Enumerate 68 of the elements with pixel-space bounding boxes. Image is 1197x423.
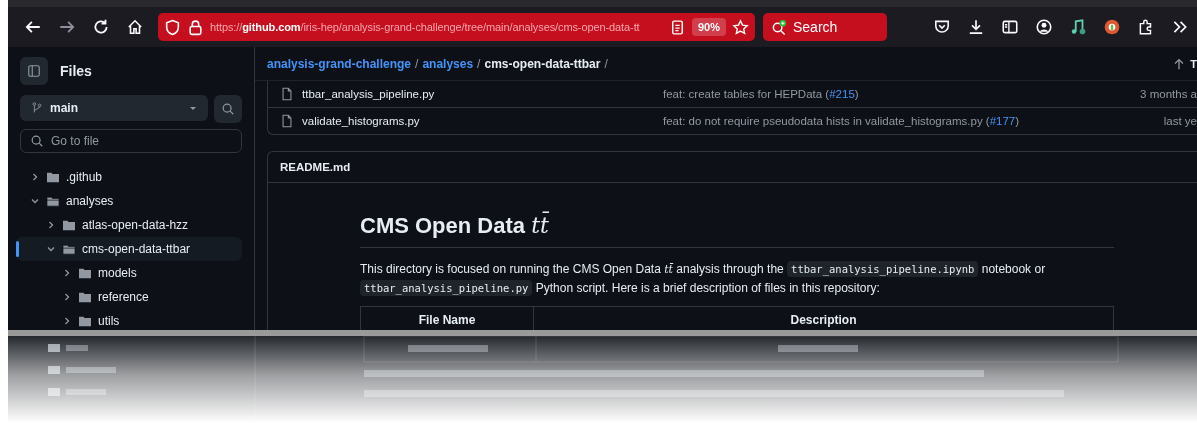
music-note-icon[interactable] xyxy=(1069,18,1087,36)
sidebar-icon[interactable] xyxy=(1001,18,1019,36)
search-icon xyxy=(771,18,788,36)
tree-item[interactable]: .github xyxy=(16,165,242,189)
logo-icon[interactable] xyxy=(1103,18,1121,36)
file-link[interactable]: validate_histograms.py xyxy=(302,115,420,127)
pocket-icon[interactable] xyxy=(933,18,951,36)
pull-request-link[interactable]: #177 xyxy=(989,115,1016,127)
go-to-file-field[interactable]: Go to file xyxy=(20,129,242,153)
commit-date: last ye xyxy=(1163,115,1197,127)
chevron-right-icon xyxy=(62,292,72,302)
breadcrumb-current: cms-open-data-ttbar xyxy=(484,56,601,71)
folder-icon xyxy=(62,219,76,231)
file-icon xyxy=(280,87,294,101)
search-button[interactable] xyxy=(214,95,242,123)
sidebar-title: Files xyxy=(60,63,92,79)
folder-icon xyxy=(78,315,92,327)
tree-item[interactable]: analyses xyxy=(16,189,242,213)
breadcrumb-separator: / xyxy=(415,56,419,71)
shield-icon xyxy=(164,18,181,36)
folder-icon xyxy=(62,243,76,255)
download-icon[interactable] xyxy=(967,18,985,36)
tree-item[interactable]: cms-open-data-ttbar xyxy=(16,237,242,261)
lock-icon xyxy=(187,18,204,36)
home-icon[interactable] xyxy=(126,18,144,36)
address-bar[interactable]: https://github.com/iris-hep/analysis-grand-challenge/tree/main/analyses/cms-open-data-tt 90% xyxy=(158,13,755,41)
breadcrumb-separator: / xyxy=(477,56,481,71)
commit-message: feat: create tables for HEPData (#215) xyxy=(663,88,859,100)
pull-request-link[interactable]: #215 xyxy=(829,88,855,100)
readme-heading: CMS Open Data xyxy=(360,213,526,238)
tree-item[interactable]: atlas-open-data-hzz xyxy=(16,213,242,237)
branch-selector[interactable]: main xyxy=(20,95,208,121)
file-link[interactable]: ttbar_analysis_pipeline.py xyxy=(302,88,435,100)
file-icon xyxy=(280,114,294,128)
top-button[interactable]: T xyxy=(1162,56,1197,71)
chevron-down-icon xyxy=(30,196,40,206)
tree-item[interactable]: reference xyxy=(16,285,242,309)
sidebar-panel-icon xyxy=(27,64,41,78)
zoom-badge[interactable]: 90% xyxy=(691,18,726,36)
tree-item[interactable]: models xyxy=(16,261,242,285)
commit-message: feat: do not require pseudodata hists in validate_histograms.py (#177) xyxy=(663,115,1020,127)
table-header: Description xyxy=(789,313,858,327)
chevron-right-icon xyxy=(62,268,72,278)
account-icon[interactable] xyxy=(1035,18,1053,36)
star-icon xyxy=(732,18,749,36)
url-text: https://github.com/iris-hep/analysis-grand-challenge/tree/main/analyses/cms-open-data-tt xyxy=(210,21,641,33)
folder-icon xyxy=(46,171,60,183)
commit-date: 3 months a xyxy=(1140,88,1197,100)
search-icon xyxy=(221,102,235,116)
breadcrumb-separator: / xyxy=(604,56,608,71)
chevron-right-icon xyxy=(30,172,40,182)
collapse-sidebar-button[interactable] xyxy=(20,57,48,85)
chevron-right-icon xyxy=(62,316,72,326)
math-symbol: tt̄ xyxy=(531,213,549,238)
readme-paragraph: This directory is focused on running the CMS Open Data tt̄ analysis through the ttbar_analysis_pipeline.ipynb notebook or ttbar_analysis_pipeline.py Python script. Here is a brief description of files in this repository: xyxy=(360,260,1047,298)
reload-icon[interactable] xyxy=(92,18,110,36)
readme-filename: README.md xyxy=(280,161,351,173)
folder-icon xyxy=(46,195,60,207)
breadcrumb-link[interactable]: analysis-grand-challenge xyxy=(267,56,412,71)
chevron-right-icon xyxy=(46,220,56,230)
folder-icon xyxy=(78,267,92,279)
search-field[interactable]: Search xyxy=(763,13,887,41)
tree-item[interactable]: utils xyxy=(16,309,242,333)
search-icon xyxy=(30,134,44,148)
chevron-down-icon xyxy=(46,244,56,254)
breadcrumb-link[interactable]: analyses xyxy=(422,56,474,71)
branch-icon xyxy=(30,101,44,115)
folder-icon xyxy=(78,291,92,303)
